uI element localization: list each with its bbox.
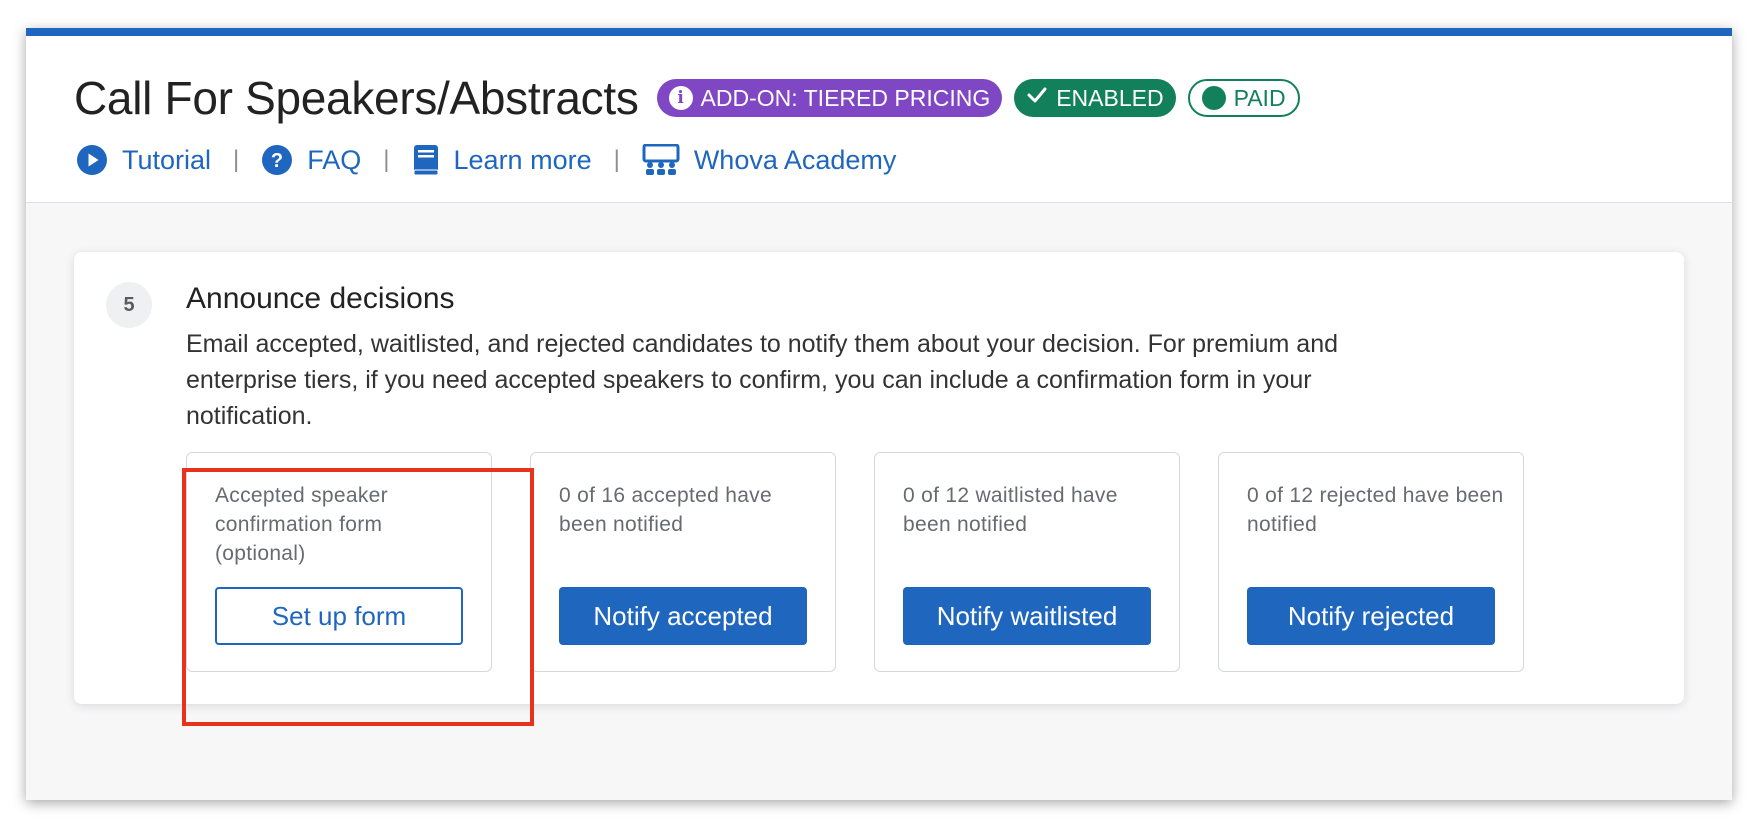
paid-badge: PAID (1187, 79, 1300, 117)
check-icon (1026, 84, 1048, 113)
play-icon (76, 144, 108, 176)
svg-text:?: ? (271, 150, 283, 172)
dot-icon (1201, 86, 1226, 110)
link-separator: | (613, 146, 620, 173)
book-icon (412, 144, 440, 176)
page-header: Call For Speakers/Abstracts i ADD-ON: TI… (26, 36, 1732, 203)
option-text: 0 of 12 waitlisted have been notified (903, 484, 1118, 536)
confirmation-form-option: Accepted speaker confirmation form (opti… (186, 452, 492, 672)
info-icon: i (668, 86, 693, 110)
faq-link[interactable]: ? FAQ (261, 144, 361, 176)
question-icon: ? (261, 144, 293, 176)
announce-decisions-card: 5 Announce decisions Email accepted, wai… (74, 252, 1684, 704)
waitlisted-option: 0 of 12 waitlisted have been notified No… (874, 452, 1180, 672)
addon-badge: i ADD-ON: TIERED PRICING (656, 79, 1003, 117)
whova-academy-link[interactable]: Whova Academy (642, 144, 897, 176)
notify-accepted-button[interactable]: Notify accepted (559, 587, 807, 645)
page-title: Call For Speakers/Abstracts (74, 72, 639, 124)
enabled-badge-label: ENABLED (1056, 84, 1164, 111)
option-text: 0 of 12 rejected have been notified (1247, 484, 1504, 536)
tutorial-link[interactable]: Tutorial (76, 144, 211, 176)
addon-badge-label: ADD-ON: TIERED PRICING (700, 84, 991, 111)
app-window: Call For Speakers/Abstracts i ADD-ON: TI… (26, 28, 1732, 800)
whova-academy-link-label: Whova Academy (693, 144, 897, 175)
accepted-option: 0 of 16 accepted have been notified Noti… (530, 452, 836, 672)
step-title: Announce decisions (186, 282, 455, 315)
step-number: 5 (106, 282, 152, 328)
option-text: 0 of 16 accepted have been notified (559, 484, 772, 536)
faq-link-label: FAQ (307, 144, 362, 175)
set-up-form-button[interactable]: Set up form (215, 587, 463, 645)
rejected-option: 0 of 12 rejected have been notified Noti… (1218, 452, 1524, 672)
learn-more-link[interactable]: Learn more (412, 144, 592, 176)
paid-badge-label: PAID (1233, 84, 1286, 111)
link-separator: | (383, 146, 390, 173)
tutorial-link-label: Tutorial (122, 144, 212, 175)
classroom-icon (642, 144, 680, 176)
learn-more-link-label: Learn more (453, 144, 592, 175)
notify-rejected-button[interactable]: Notify rejected (1247, 587, 1495, 645)
title-row: Call For Speakers/Abstracts i ADD-ON: TI… (74, 72, 1312, 124)
accent-bar (26, 28, 1732, 36)
option-text: Accepted speaker confirmation form (opti… (215, 484, 388, 565)
link-separator: | (233, 146, 240, 173)
notify-waitlisted-button[interactable]: Notify waitlisted (903, 587, 1151, 645)
help-links: Tutorial | ? FAQ | Learn more | Whova Ac… (76, 140, 896, 180)
step-description: Email accepted, waitlisted, and rejected… (186, 330, 1339, 430)
enabled-badge: ENABLED (1014, 79, 1176, 117)
